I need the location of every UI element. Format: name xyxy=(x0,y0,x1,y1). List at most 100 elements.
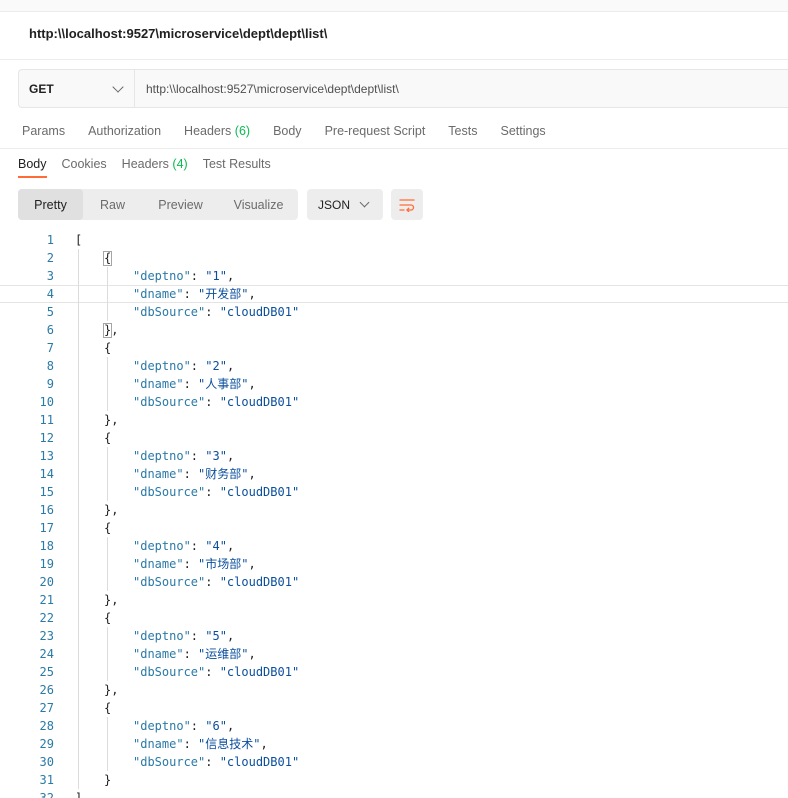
response-tab-test-results[interactable]: Test Results xyxy=(203,157,271,178)
code-line: 23 "deptno": "5", xyxy=(0,627,788,645)
line-number: 6 xyxy=(46,323,54,337)
indent-guide xyxy=(107,717,108,771)
format-select[interactable]: JSON xyxy=(307,189,383,220)
code-text: "dbSource": "cloudDB01" xyxy=(133,755,300,769)
code-text: "deptno": "5", xyxy=(133,629,235,643)
code-line: 27 { xyxy=(0,699,788,717)
response-tab-cookies[interactable]: Cookies xyxy=(62,157,107,178)
code-line: 26}, xyxy=(0,681,788,699)
code-text: "dname": "财务部", xyxy=(133,467,256,481)
method-select[interactable]: GET xyxy=(19,70,135,107)
line-number: 21 xyxy=(39,593,54,607)
code-text: { xyxy=(104,701,112,715)
line-number: 20 xyxy=(39,575,54,589)
response-tab-headers[interactable]: Headers (4) xyxy=(122,157,188,178)
line-number: 17 xyxy=(39,521,54,535)
code-text: { xyxy=(104,431,112,445)
tab-params[interactable]: Params xyxy=(22,124,65,138)
code-text: "deptno": "4", xyxy=(133,539,235,553)
code-line: 21}, xyxy=(0,591,788,609)
chevron-down-icon xyxy=(112,80,124,93)
code-line: 10 "dbSource": "cloudDB01" xyxy=(0,393,788,411)
code-text: "dname": "运维部", xyxy=(133,647,256,661)
code-text: { xyxy=(104,611,112,625)
wrap-lines-button[interactable] xyxy=(391,189,423,220)
line-number: 16 xyxy=(39,503,54,517)
code-text: { xyxy=(102,251,113,266)
line-number: 1 xyxy=(46,233,54,247)
url-bar: GET http:\\localhost:9527\microservice\d… xyxy=(18,69,788,108)
tab-pre-request-script[interactable]: Pre-request Script xyxy=(325,124,426,138)
line-number: 13 xyxy=(39,449,54,463)
code-text: } xyxy=(104,773,112,787)
line-number: 11 xyxy=(39,413,54,427)
line-number: 26 xyxy=(39,683,54,697)
code-line: 25 "dbSource": "cloudDB01" xyxy=(0,663,788,681)
line-number: 14 xyxy=(39,467,54,481)
code-text: "deptno": "1", xyxy=(133,269,235,283)
view-pretty-button[interactable]: Pretty xyxy=(18,189,83,220)
code-text: "dbSource": "cloudDB01" xyxy=(133,305,300,319)
code-text: }, xyxy=(104,683,119,697)
indent-guide xyxy=(107,537,108,591)
code-text: { xyxy=(104,341,112,355)
code-text: "dname": "信息技术", xyxy=(133,737,268,751)
tab-headers[interactable]: Headers (6) xyxy=(184,124,250,138)
code-line: 29 "dname": "信息技术", xyxy=(0,735,788,753)
view-visualize-button[interactable]: Visualize xyxy=(219,189,298,220)
code-line: 6}, xyxy=(0,321,788,339)
code-line: 13 "deptno": "3", xyxy=(0,447,788,465)
line-number: 7 xyxy=(46,341,54,355)
indent-guide xyxy=(107,357,108,411)
response-tabs: Body Cookies Headers (4) Test Results xyxy=(18,157,286,178)
code-line: 24 "dname": "运维部", xyxy=(0,645,788,663)
line-number: 18 xyxy=(39,539,54,553)
line-number: 12 xyxy=(39,431,54,445)
response-tab-body[interactable]: Body xyxy=(18,157,47,178)
line-number: 10 xyxy=(39,395,54,409)
code-line: 1[ xyxy=(0,231,788,249)
tab-settings[interactable]: Settings xyxy=(500,124,545,138)
line-number: 31 xyxy=(39,773,54,787)
code-line: 31} xyxy=(0,771,788,789)
divider xyxy=(0,148,788,149)
line-number: 15 xyxy=(39,485,54,499)
code-line: 17 { xyxy=(0,519,788,537)
code-line: 18 "deptno": "4", xyxy=(0,537,788,555)
view-preview-button[interactable]: Preview xyxy=(142,189,219,220)
tab-tests[interactable]: Tests xyxy=(448,124,477,138)
code-line: 5 "dbSource": "cloudDB01" xyxy=(0,303,788,321)
code-line: 4 "dname": "开发部", xyxy=(0,285,788,303)
code-line: 9 "dname": "人事部", xyxy=(0,375,788,393)
indent-guide xyxy=(107,267,108,321)
code-line: 20 "dbSource": "cloudDB01" xyxy=(0,573,788,591)
request-title[interactable]: http:\\localhost:9527\microservice\dept\… xyxy=(29,26,327,41)
code-text: "deptno": "6", xyxy=(133,719,235,733)
tab-body[interactable]: Body xyxy=(273,124,302,138)
code-text: "deptno": "3", xyxy=(133,449,235,463)
chevron-down-icon xyxy=(359,197,370,208)
request-tabs: Params Authorization Headers (6) Body Pr… xyxy=(22,124,569,138)
code-text: "dname": "市场部", xyxy=(133,557,256,571)
headers-count: (6) xyxy=(234,124,251,138)
code-text: { xyxy=(104,521,112,535)
line-number: 2 xyxy=(46,251,54,265)
code-text: "dbSource": "cloudDB01" xyxy=(133,395,300,409)
line-number: 25 xyxy=(39,665,54,679)
code-text: "deptno": "2", xyxy=(133,359,235,373)
line-number: 24 xyxy=(39,647,54,661)
code-line: 30 "dbSource": "cloudDB01" xyxy=(0,753,788,771)
view-raw-button[interactable]: Raw xyxy=(83,189,142,220)
line-number: 9 xyxy=(46,377,54,391)
code-line: 7{ xyxy=(0,339,788,357)
method-label: GET xyxy=(29,81,54,96)
line-number: 29 xyxy=(39,737,54,751)
url-input[interactable]: http:\\localhost:9527\microservice\dept\… xyxy=(135,70,399,107)
line-number: 30 xyxy=(39,755,54,769)
line-number: 4 xyxy=(46,287,54,301)
indent-guide xyxy=(107,447,108,501)
line-number: 32 xyxy=(39,791,54,798)
tab-authorization[interactable]: Authorization xyxy=(88,124,161,138)
format-label: JSON xyxy=(318,197,351,212)
code-text: }, xyxy=(104,503,119,517)
